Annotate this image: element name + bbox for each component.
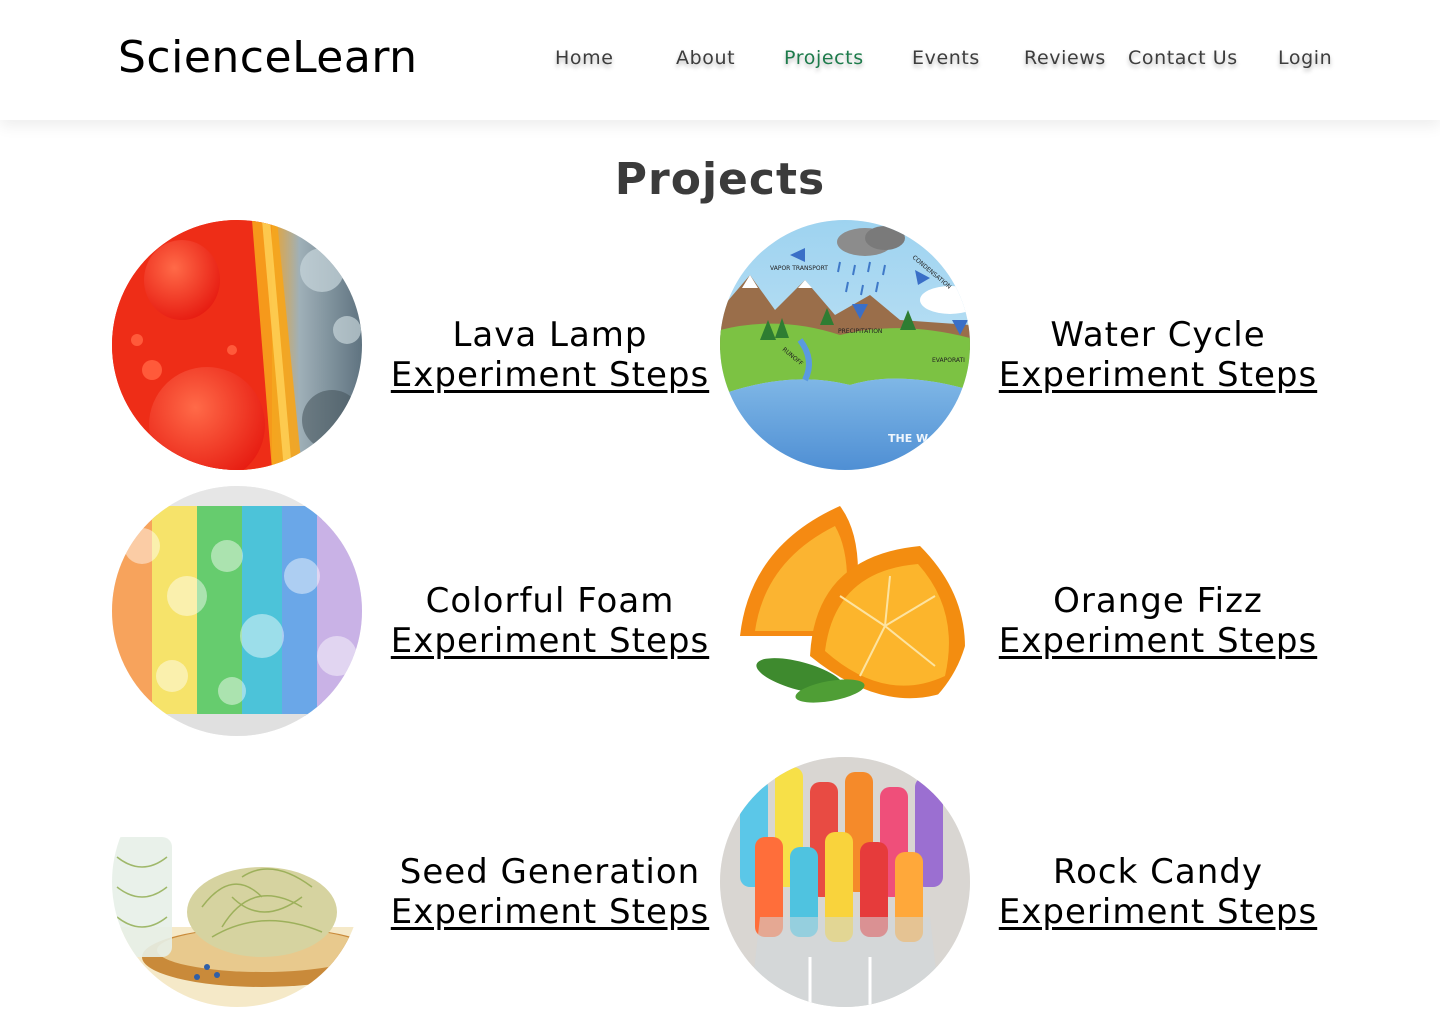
nav-events[interactable]: Events <box>912 47 980 69</box>
nav-contact-us[interactable]: Contact Us <box>1128 47 1238 69</box>
diagram-label-vapor: VAPOR TRANSPORT <box>770 265 828 272</box>
experiment-steps-link[interactable]: Experiment Steps <box>999 355 1317 395</box>
project-card-seed-generation: Seed Generation Experiment Steps <box>385 852 715 938</box>
experiment-steps-link[interactable]: Experiment Steps <box>999 892 1317 932</box>
diagram-label-evaporation: EVAPORATI <box>932 357 965 364</box>
nav-home[interactable]: Home <box>555 47 614 69</box>
diagram-label-the-w: THE W <box>888 432 928 445</box>
project-card-water-cycle: Water Cycle Experiment Steps <box>993 315 1323 401</box>
experiment-steps-link[interactable]: Experiment Steps <box>999 621 1317 661</box>
brand-logo[interactable]: ScienceLearn <box>118 32 418 83</box>
project-title: Lava Lamp <box>452 315 648 355</box>
nav-about[interactable]: About <box>676 47 735 69</box>
nav-reviews[interactable]: Reviews <box>1024 47 1106 69</box>
project-title: Water Cycle <box>1050 315 1266 355</box>
page-title: Projects <box>614 154 826 205</box>
project-title: Orange Fizz <box>1053 581 1263 621</box>
diagram-label-precipitation: PRECIPITATION <box>838 328 882 335</box>
seed-generation-image[interactable] <box>112 757 362 1007</box>
project-title: Seed Generation <box>399 852 701 892</box>
colorful-foam-image[interactable] <box>112 486 362 736</box>
project-title: Rock Candy <box>1053 852 1263 892</box>
experiment-steps-link[interactable]: Experiment Steps <box>391 621 709 661</box>
project-card-orange-fizz: Orange Fizz Experiment Steps <box>993 581 1323 667</box>
project-card-rock-candy: Rock Candy Experiment Steps <box>993 852 1323 938</box>
nav-login[interactable]: Login <box>1278 47 1332 69</box>
lava-lamp-image[interactable] <box>112 220 362 470</box>
water-cycle-image[interactable]: VAPOR TRANSPORT CONDENSATION PRECIPITATI… <box>720 220 970 470</box>
project-title: Colorful Foam <box>425 581 675 621</box>
experiment-steps-link[interactable]: Experiment Steps <box>391 892 709 932</box>
nav-projects[interactable]: Projects <box>784 47 864 69</box>
orange-fizz-image[interactable] <box>720 486 970 736</box>
project-card-lava-lamp: Lava Lamp Experiment Steps <box>385 315 715 401</box>
site-header: ScienceLearn Home About Projects Events … <box>0 0 1440 120</box>
rock-candy-image[interactable] <box>720 757 970 1007</box>
experiment-steps-link[interactable]: Experiment Steps <box>391 355 709 395</box>
project-card-colorful-foam: Colorful Foam Experiment Steps <box>385 581 715 667</box>
